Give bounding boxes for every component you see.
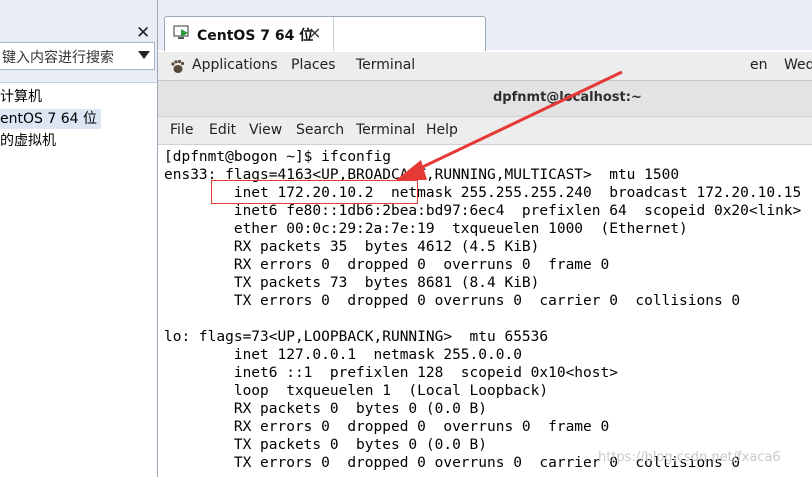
input-language[interactable]: en — [750, 57, 768, 73]
clock[interactable]: Wed — [784, 57, 812, 73]
menu-help[interactable]: Help — [426, 122, 458, 138]
library-header: ✕ — [0, 10, 157, 42]
terminal-line: loop txqueuelen 1 (Local Loopback) — [164, 383, 549, 399]
library-panel: ✕ 键入内容进行搜索 计算机 entOS 7 64 位 的虚拟机 — [0, 0, 158, 478]
menu-search[interactable]: Search — [296, 122, 344, 138]
tree-item-centos[interactable]: entOS 7 64 位 — [0, 109, 101, 129]
menu-file[interactable]: File — [170, 122, 193, 138]
terminal-line: RX packets 0 bytes 0 (0.0 B) — [164, 401, 488, 417]
tab-bar: CentOS 7 64 位 × — [158, 0, 812, 51]
terminal-line: lo: flags=73<UP,LOOPBACK,RUNNING> mtu 65… — [164, 329, 549, 345]
terminal-line: TX packets 73 bytes 8681 (8.4 KiB) — [164, 275, 540, 291]
terminal-line: [dpfnmt@bogon ~]$ ifconfig — [164, 149, 391, 165]
terminal-line: RX errors 0 dropped 0 overruns 0 frame 0 — [164, 419, 610, 435]
search-input[interactable]: 键入内容进行搜索 — [2, 47, 114, 67]
applications-menu[interactable]: Applications — [192, 57, 278, 73]
window-title: dpfnmt@localhost:~ — [493, 90, 642, 105]
terminal-line: RX errors 0 dropped 0 overruns 0 frame 0 — [164, 257, 610, 273]
vm-icon — [173, 25, 189, 39]
terminal-line: ether 00:0c:29:2a:7e:19 txqueuelen 1000 … — [164, 221, 688, 237]
watermark: https://blog.csdn.net/fxaca6 — [598, 450, 781, 465]
tab-centos[interactable]: CentOS 7 64 位 × — [164, 16, 486, 51]
terminal-line: inet 127.0.0.1 netmask 255.0.0.0 — [164, 347, 522, 363]
terminal-line: RX packets 35 bytes 4612 (4.5 KiB) — [164, 239, 540, 255]
library-search-box[interactable]: 键入内容进行搜索 — [0, 42, 155, 70]
terminal-app-menu[interactable]: Terminal — [356, 57, 415, 73]
dropdown-arrow-icon[interactable] — [138, 51, 150, 59]
terminal-menu-bar: File Edit View Search Terminal Help — [158, 117, 812, 145]
menu-edit[interactable]: Edit — [209, 122, 236, 138]
library-tree: 计算机 entOS 7 64 位 的虚拟机 — [0, 82, 157, 478]
tab-divider — [333, 17, 334, 51]
terminal-line: inet6 fe80::1db6:2bea:bd97:6ec4 prefixle… — [164, 203, 802, 219]
gnome-foot-icon — [171, 59, 185, 73]
tree-item-my-computer[interactable]: 计算机 — [0, 87, 42, 107]
tree-item-shared-vms[interactable]: 的虚拟机 — [0, 131, 56, 151]
places-menu[interactable]: Places — [291, 57, 336, 73]
menu-terminal[interactable]: Terminal — [356, 122, 415, 138]
close-icon[interactable]: ✕ — [136, 24, 150, 42]
terminal-line: inet6 ::1 prefixlen 128 scopeid 0x10<hos… — [164, 365, 618, 381]
ip-highlight-box — [211, 180, 418, 204]
terminal-titlebar[interactable]: dpfnmt@localhost:~ — [158, 81, 812, 117]
tab-label: CentOS 7 64 位 — [197, 28, 314, 44]
gnome-top-bar: Applications Places Terminal en Wed — [158, 52, 812, 81]
menu-view[interactable]: View — [249, 122, 282, 138]
terminal-line: TX errors 0 dropped 0 overruns 0 carrier… — [164, 293, 741, 309]
tab-close-icon[interactable]: × — [308, 23, 321, 42]
